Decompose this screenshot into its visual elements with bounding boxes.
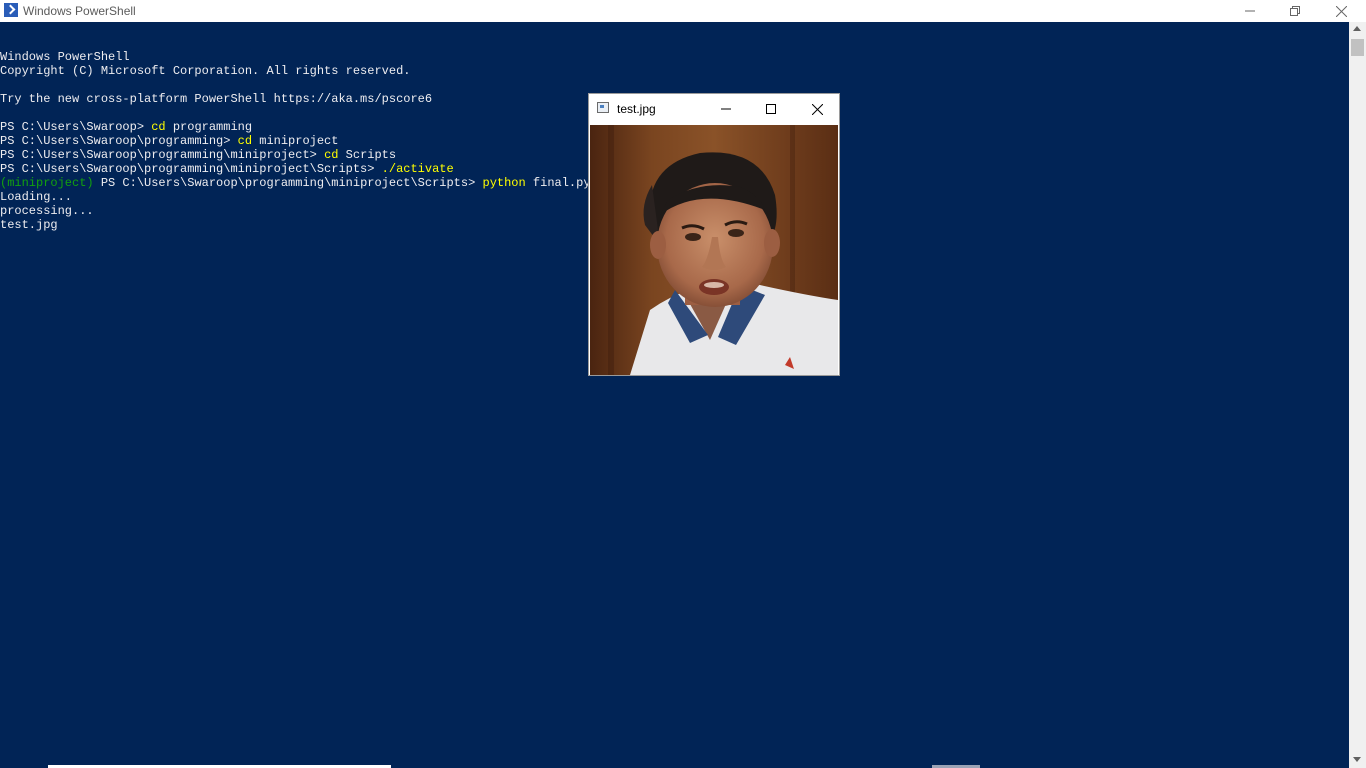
image-minimize-button[interactable]	[703, 94, 749, 124]
image-window-title-bar[interactable]: test.jpg	[589, 94, 839, 124]
scroll-up-icon[interactable]	[1353, 26, 1361, 31]
minimize-button[interactable]	[1227, 0, 1273, 22]
output-text: Try the new cross-platform PowerShell ht…	[0, 92, 433, 106]
photo-of-man	[590, 125, 838, 375]
output-text: Copyright (C) Microsoft Corporation. All…	[0, 64, 411, 78]
minimize-icon	[721, 108, 731, 110]
output-text: Scripts	[338, 148, 397, 162]
window-title: Windows PowerShell	[23, 4, 136, 18]
powershell-title-bar[interactable]: Windows PowerShell	[0, 0, 1366, 22]
image-close-button[interactable]	[794, 94, 840, 124]
powershell-icon	[4, 3, 18, 17]
output-text: programming	[165, 120, 253, 134]
command-text: cd	[151, 120, 166, 134]
output-text: test.jpg	[0, 218, 58, 232]
image-window-title: test.jpg	[617, 102, 656, 116]
prompt-text: PS C:\Users\Swaroop\programming\miniproj…	[0, 148, 325, 162]
output-text: processing...	[0, 204, 94, 218]
close-button[interactable]	[1318, 0, 1364, 22]
restore-button[interactable]	[1272, 0, 1318, 22]
command-text: python	[482, 176, 526, 190]
output-text: Windows PowerShell	[0, 50, 130, 64]
prompt-text: PS C:\Users\Swaroop\programming\miniproj…	[0, 162, 382, 176]
vertical-scrollbar[interactable]	[1349, 22, 1366, 768]
output-text: final.py	[525, 176, 591, 190]
prompt-text: PS C:\Users\Swaroop\programming\miniproj…	[93, 176, 483, 190]
scroll-down-icon[interactable]	[1353, 757, 1361, 762]
image-viewer-window[interactable]: test.jpg	[588, 93, 840, 376]
command-text: ./activate	[381, 162, 454, 176]
terminal-line: Copyright (C) Microsoft Corporation. All…	[0, 64, 1348, 78]
image-window-icon	[597, 102, 609, 113]
scrollbar-thumb[interactable]	[1351, 39, 1364, 56]
command-text: cd	[237, 134, 253, 148]
prompt-text: PS C:\Users\Swaroop\programming>	[0, 134, 238, 148]
maximize-icon	[766, 104, 776, 114]
output-text: Loading...	[0, 190, 73, 204]
prompt-text: PS C:\Users\Swaroop>	[0, 120, 152, 134]
restore-icon	[1290, 6, 1300, 16]
venv-label: (miniproject)	[0, 176, 94, 190]
minimize-icon	[1245, 10, 1255, 12]
output-text: miniproject	[252, 134, 339, 148]
terminal-line: Windows PowerShell	[0, 50, 1348, 64]
command-text: cd	[324, 148, 339, 162]
image-maximize-button[interactable]	[748, 94, 794, 124]
close-icon	[811, 103, 823, 115]
close-icon	[1335, 5, 1347, 17]
